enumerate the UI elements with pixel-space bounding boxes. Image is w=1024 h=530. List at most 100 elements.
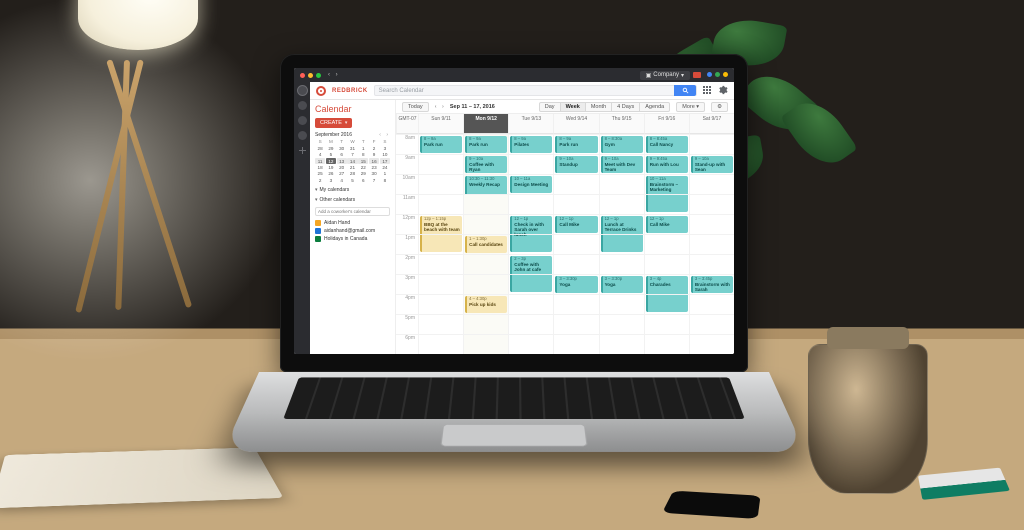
workspace-avatar-4[interactable] (298, 131, 307, 140)
time-cell[interactable] (689, 194, 734, 214)
time-cell[interactable] (599, 294, 644, 314)
time-cell[interactable]: 3 – 3:45pBrainstorm with Sarah (689, 274, 734, 294)
calendar-event[interactable]: 3 – 3:30pYoga (555, 276, 597, 293)
mini-day[interactable]: 21 (347, 165, 357, 171)
mini-day[interactable]: 31 (347, 145, 357, 151)
time-cell[interactable] (418, 314, 463, 334)
time-cell[interactable] (599, 254, 644, 274)
calendar-event[interactable]: 9 – 10aStandup (555, 156, 597, 173)
calendar-event[interactable]: 3 – 3:45pBrainstorm with Sarah (691, 276, 733, 293)
calendar-event[interactable]: 12 – 1pCall Mike (555, 216, 597, 233)
day-column-header[interactable]: Fri 9/16 (644, 114, 689, 134)
time-cell[interactable]: 12 – 1pLunch at Terrace Drinks (599, 214, 644, 234)
mini-day[interactable]: 4 (337, 177, 347, 183)
time-cell[interactable] (689, 174, 734, 194)
calendar-event[interactable]: 9 – 9:45aRun with Lou (646, 156, 688, 173)
time-cell[interactable] (599, 334, 644, 354)
time-cell[interactable] (644, 254, 689, 274)
section-other-calendars[interactable]: Other calendars (315, 197, 390, 203)
time-cell[interactable] (644, 314, 689, 334)
view-day[interactable]: Day (539, 102, 561, 112)
calendar-event[interactable]: 1 – 1:30pCall candidates (465, 236, 507, 253)
mini-day[interactable]: 14 (347, 158, 357, 164)
time-cell[interactable]: 8 – 9aPark run (418, 134, 463, 154)
range-nav[interactable]: ‹ › (435, 104, 446, 110)
mini-day[interactable]: 1 (358, 145, 368, 151)
mini-day[interactable]: 7 (369, 177, 379, 183)
day-column-header[interactable]: Wed 9/14 (553, 114, 598, 134)
workspace-avatar-3[interactable] (298, 116, 307, 125)
mini-day[interactable]: 29 (326, 145, 336, 151)
mini-day[interactable]: 8 (380, 177, 390, 183)
time-cell[interactable]: 8 – 9aPark run (553, 134, 598, 154)
time-cell[interactable] (644, 234, 689, 254)
mini-day[interactable]: 27 (337, 171, 347, 177)
day-column-header[interactable]: Tue 9/13 (508, 114, 553, 134)
calendar-event[interactable]: 9 – 10aCoffee with Ryan (465, 156, 507, 173)
time-cell[interactable] (599, 234, 644, 254)
time-cell[interactable] (463, 274, 508, 294)
mini-day[interactable]: 2 (315, 177, 325, 183)
time-cell[interactable]: 4 – 4:30pPick up kids (463, 294, 508, 314)
mini-day[interactable]: 7 (347, 152, 357, 158)
mini-day[interactable]: 22 (358, 165, 368, 171)
mini-day[interactable]: 3 (326, 177, 336, 183)
time-cell[interactable] (418, 334, 463, 354)
time-cell[interactable] (599, 314, 644, 334)
workspace-avatar-1[interactable] (298, 86, 307, 95)
mini-day[interactable]: 30 (337, 145, 347, 151)
workspace-avatar-2[interactable] (298, 101, 307, 110)
day-column-header[interactable]: Thu 9/15 (599, 114, 644, 134)
mini-day[interactable]: 26 (326, 171, 336, 177)
time-cell[interactable] (553, 314, 598, 334)
time-cell[interactable] (418, 274, 463, 294)
mini-day[interactable]: 6 (358, 177, 368, 183)
time-cell[interactable] (553, 294, 598, 314)
calendar-event[interactable]: 8 – 9aPark run (465, 136, 507, 153)
create-button[interactable]: CREATE (315, 118, 352, 128)
time-cell[interactable]: 9 – 10aCoffee with Ryan (463, 154, 508, 174)
time-cell[interactable] (418, 294, 463, 314)
time-cell[interactable] (689, 234, 734, 254)
calendar-event[interactable]: 12 – 1pCall Mike (646, 216, 688, 233)
mini-day[interactable]: 1 (380, 171, 390, 177)
calendar-event[interactable]: 8 – 8:45aCall Nancy (646, 136, 688, 153)
toolbar-gear-icon[interactable]: ⚙ (711, 102, 728, 112)
time-cell[interactable] (644, 334, 689, 354)
mini-day[interactable]: 6 (337, 152, 347, 158)
mini-day[interactable]: 23 (369, 165, 379, 171)
time-cell[interactable]: 3 – 3:30pYoga (553, 274, 598, 294)
view-agenda[interactable]: Agenda (639, 102, 670, 112)
time-cell[interactable] (418, 174, 463, 194)
calendar-event[interactable]: 10 – 11aDesign Meeting (510, 176, 552, 193)
mini-day[interactable]: 28 (347, 171, 357, 177)
time-cell[interactable]: 8 – 8:30aGym (599, 134, 644, 154)
day-column-header[interactable]: Mon 9/12 (463, 114, 508, 134)
time-cell[interactable] (418, 254, 463, 274)
mini-calendar[interactable]: September 2016 ‹ › SMTWTFS28293031123456… (315, 132, 390, 183)
search-button[interactable] (674, 85, 696, 96)
time-cell[interactable]: 9 – 9:45aRun with Lou (644, 154, 689, 174)
calendar-item[interactable]: Aidan Hand (315, 220, 390, 226)
time-cell[interactable] (418, 234, 463, 254)
time-cell[interactable] (463, 194, 508, 214)
time-cell[interactable] (508, 194, 553, 214)
mini-nav[interactable]: ‹ › (379, 132, 390, 138)
week-grid[interactable]: GMT-07Sun 9/11Mon 9/12Tue 9/13Wed 9/14Th… (396, 114, 734, 354)
add-calendar-input[interactable] (315, 207, 390, 216)
calendar-event[interactable]: 4 – 4:30pPick up kids (465, 296, 507, 313)
calendar-event[interactable]: 8 – 9aPark run (555, 136, 597, 153)
time-cell[interactable] (553, 194, 598, 214)
time-cell[interactable] (644, 294, 689, 314)
day-column-header[interactable]: Sat 9/17 (689, 114, 734, 134)
time-cell[interactable]: 8 – 9aPilates (508, 134, 553, 154)
view-week[interactable]: Week (560, 102, 586, 112)
time-cell[interactable] (463, 254, 508, 274)
calendar-event[interactable]: 8 – 9aPark run (420, 136, 462, 153)
calendar-item[interactable]: Holidays in Canada (315, 236, 390, 242)
mini-day[interactable]: 5 (347, 177, 357, 183)
mini-day[interactable]: 17 (380, 158, 390, 164)
time-cell[interactable] (418, 154, 463, 174)
calendar-event[interactable]: 9 – 10aMeet with Dev Team (601, 156, 643, 173)
mini-day[interactable]: 4 (315, 152, 325, 158)
